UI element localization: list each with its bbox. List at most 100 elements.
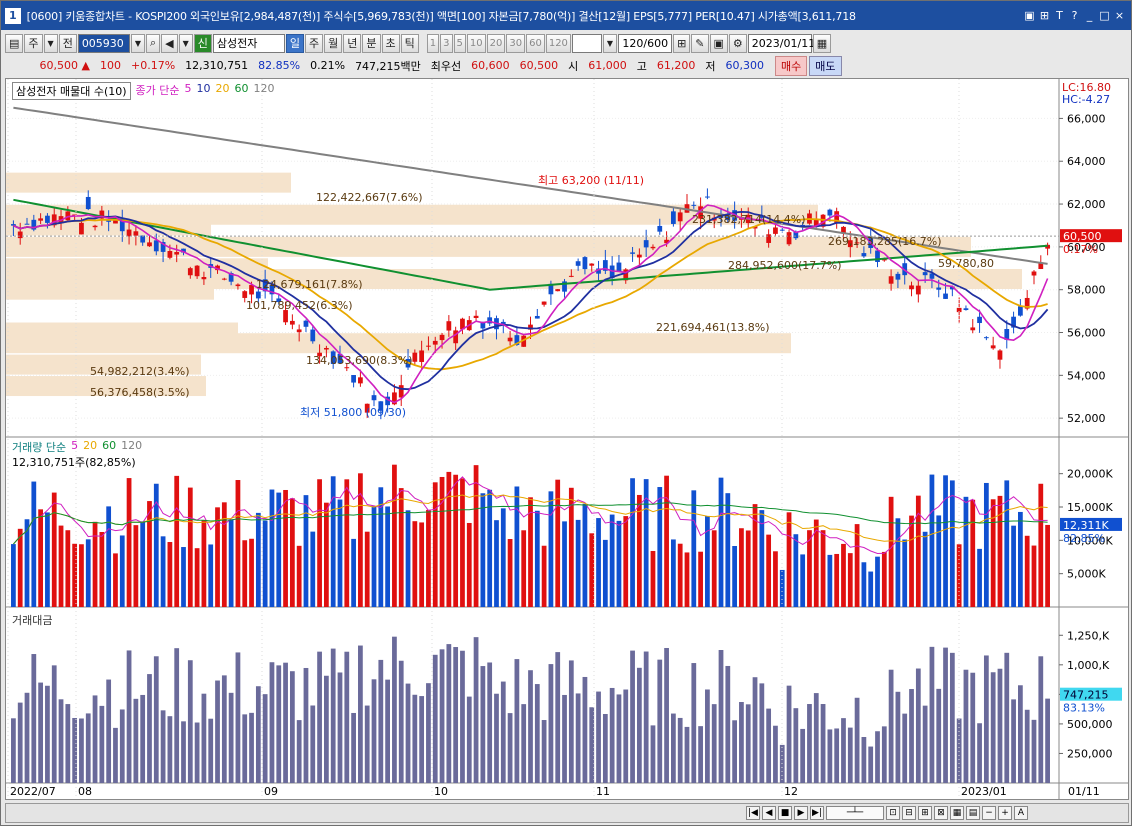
save-icon[interactable]: ▣: [709, 33, 728, 53]
high-label: 고: [636, 59, 647, 73]
scroll-first-icon[interactable]: |◀: [746, 806, 760, 820]
candle-body: [895, 273, 901, 280]
settings-icon[interactable]: ⚙: [728, 33, 747, 53]
x-axis-label: 2022/07: [10, 785, 56, 798]
menu-icon[interactable]: ▤: [5, 33, 24, 53]
draw-tool-icon[interactable]: ✎: [691, 33, 709, 53]
buy-button[interactable]: 매수: [775, 55, 808, 76]
volume-bar: [841, 543, 846, 607]
open-price: 61,000: [588, 59, 627, 72]
interval-1[interactable]: 1: [426, 33, 440, 53]
amount-bar: [915, 668, 921, 783]
tab-day[interactable]: 일: [285, 33, 305, 53]
candle-body: [310, 329, 316, 342]
ma10-legend[interactable]: 10: [197, 82, 211, 100]
vol-ma120-legend[interactable]: 120: [121, 439, 142, 455]
count-field[interactable]: 120/600: [618, 33, 673, 53]
custom-interval-input[interactable]: [571, 33, 602, 53]
interval-3[interactable]: 3: [440, 33, 453, 53]
interval-60[interactable]: 60: [526, 33, 545, 53]
amount-bar: [181, 721, 186, 783]
amount-bar: [31, 654, 37, 783]
zoom-out-icon[interactable]: −: [982, 806, 996, 820]
volume-legend-label[interactable]: 거래량 단순: [12, 439, 66, 455]
tab-minute[interactable]: 분: [362, 33, 381, 53]
close-icon[interactable]: ×: [1112, 8, 1127, 23]
amount-bar: [582, 676, 588, 783]
amount-legend[interactable]: 거래대금: [12, 612, 52, 628]
calendar-icon[interactable]: ▦: [812, 33, 832, 53]
help-icon[interactable]: ?: [1067, 8, 1082, 23]
chart-area[interactable]: 66,000 64,000 62,000 60,000 58,000 56,000 54,0…: [5, 78, 1129, 800]
volume-last-value: 12,310,751주(82,85%): [12, 456, 136, 469]
link-icon[interactable]: ⊞: [1037, 8, 1052, 23]
scroll-last-icon[interactable]: ▶|: [810, 806, 824, 820]
scroll-prev-icon[interactable]: ◀: [762, 806, 776, 820]
zoom-icon-6[interactable]: ▤: [966, 806, 980, 820]
interval-30[interactable]: 30: [506, 33, 526, 53]
amount-bar: [235, 652, 241, 783]
candle-body: [705, 196, 710, 198]
tab-month[interactable]: 월: [324, 33, 343, 53]
amount-bar: [766, 708, 772, 783]
period-dropdown-icon[interactable]: ▼: [43, 33, 58, 53]
chart-type-icon[interactable]: ⊞: [673, 33, 691, 53]
layout-icon[interactable]: ▣: [1022, 8, 1037, 23]
tab-second[interactable]: 초: [381, 33, 400, 53]
amount-bar: [800, 728, 806, 783]
amount-bar: [739, 702, 744, 783]
stock-code-input[interactable]: 005930: [77, 33, 130, 53]
tab-tick[interactable]: 틱: [400, 33, 419, 53]
vol-ma5-legend[interactable]: 5: [71, 439, 78, 455]
interval-120[interactable]: 120: [545, 33, 571, 53]
x-axis-label: 08: [78, 785, 92, 798]
ma60-legend[interactable]: 60: [235, 82, 249, 100]
volume-profile-label: 59,780,80: [938, 257, 994, 270]
period-select[interactable]: 주: [24, 33, 43, 53]
vol-ma60-legend[interactable]: 60: [102, 439, 116, 455]
maximize-icon[interactable]: □: [1097, 8, 1112, 23]
volume-bar: [317, 479, 322, 607]
price-change-pct: +0.17%: [131, 59, 176, 72]
volume-bar: [507, 539, 513, 607]
zoom-icon-5[interactable]: ▦: [950, 806, 964, 820]
candle-body: [534, 315, 540, 319]
volume-profile-legend[interactable]: 삼성전자 매물대 수(10): [12, 82, 131, 100]
interval-10[interactable]: 10: [466, 33, 486, 53]
chart-canvas[interactable]: 66,00064,00062,00060,00058,00056,00054,0…: [6, 79, 1128, 799]
amount-bar: [514, 659, 520, 783]
speaker-dropdown-icon[interactable]: ▼: [178, 33, 193, 53]
speaker-icon[interactable]: ◀: [161, 33, 178, 53]
zoom-icon-1[interactable]: ⊡: [886, 806, 900, 820]
date-field[interactable]: 2023/01/11: [747, 33, 815, 53]
sell-button[interactable]: 매도: [809, 55, 842, 76]
ma20-legend[interactable]: 20: [216, 82, 230, 100]
search-icon[interactable]: ⌕: [145, 33, 161, 53]
tab-year[interactable]: 년: [343, 33, 362, 53]
interval-5[interactable]: 5: [453, 33, 466, 53]
vol-ma20-legend[interactable]: 20: [83, 439, 97, 455]
zoom-icon-3[interactable]: ⊞: [918, 806, 932, 820]
interval-dropdown-icon[interactable]: ▼: [602, 33, 618, 53]
amount-bar: [759, 683, 765, 783]
zoom-in-icon[interactable]: +: [998, 806, 1012, 820]
volume-bar: [58, 525, 64, 607]
hc-value: HC:-4.27: [1062, 93, 1111, 106]
axis-icon[interactable]: A: [1014, 806, 1028, 820]
zoom-icon-2[interactable]: ⊟: [902, 806, 916, 820]
tab-week[interactable]: 주: [305, 33, 324, 53]
ma120-legend[interactable]: 120: [254, 82, 275, 100]
code-dropdown-icon[interactable]: ▼: [130, 33, 145, 53]
ma5-legend[interactable]: 5: [185, 82, 192, 100]
scroll-next-icon[interactable]: ▶: [794, 806, 808, 820]
candle-body: [677, 212, 683, 222]
stop-icon[interactable]: ■: [778, 806, 792, 820]
volume-profile-label: 122,422,667(7.6%): [316, 191, 423, 204]
ma-legend-label[interactable]: 종가 단순: [136, 82, 180, 100]
prev-button[interactable]: 전: [58, 33, 77, 53]
minimize-icon[interactable]: _: [1082, 8, 1097, 23]
zoom-slider[interactable]: ─┴─: [826, 806, 884, 820]
zoom-icon-4[interactable]: ⊠: [934, 806, 948, 820]
text-icon[interactable]: T: [1052, 8, 1067, 23]
interval-20[interactable]: 20: [486, 33, 506, 53]
